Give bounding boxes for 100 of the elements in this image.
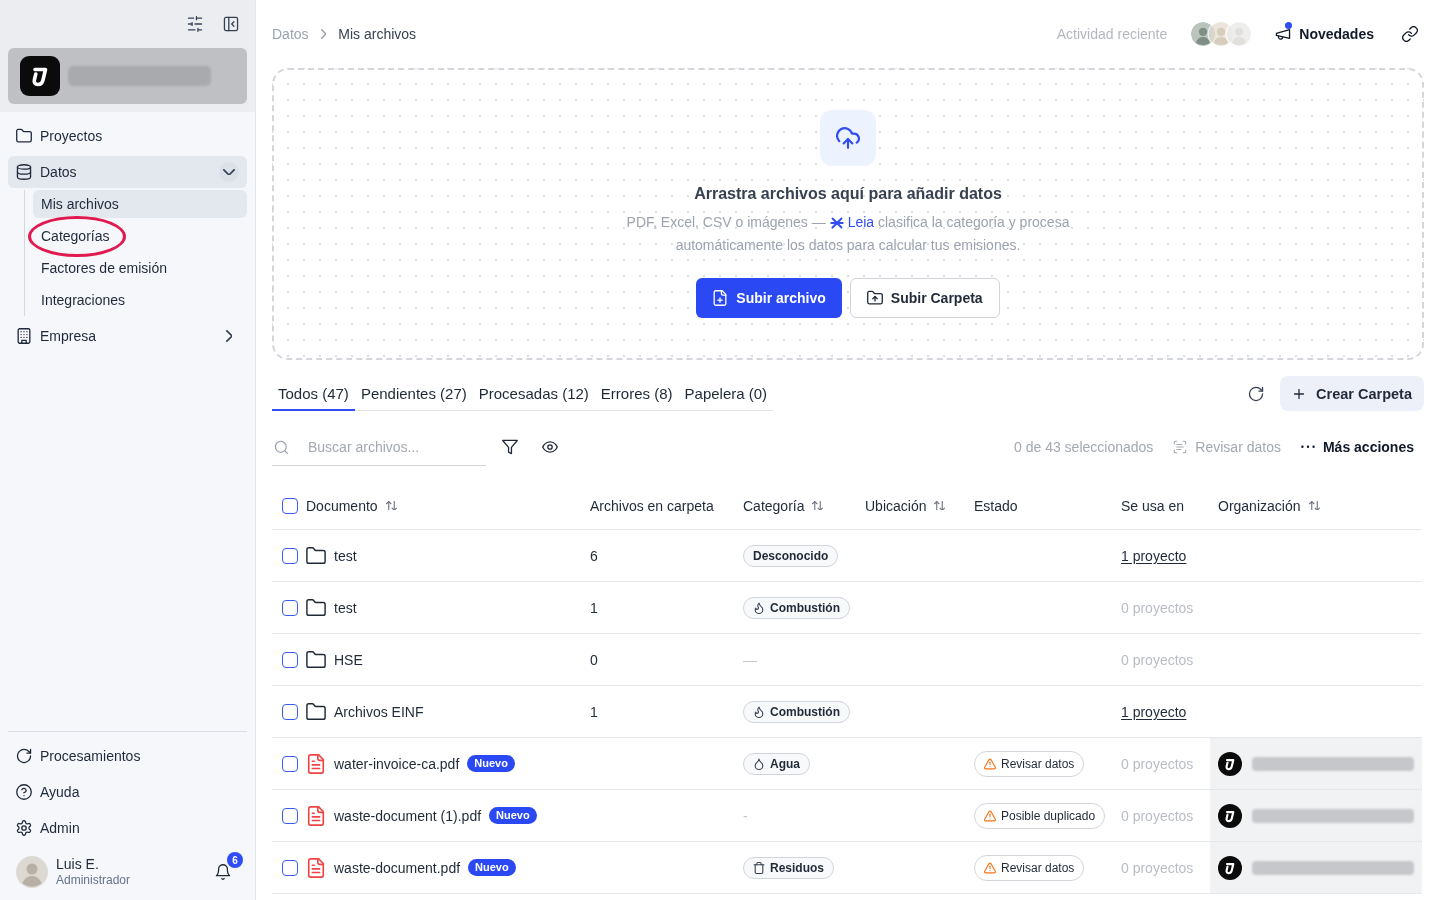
- nav-subitem[interactable]: Categorías: [33, 222, 247, 250]
- search-icon: [274, 439, 289, 455]
- new-badge: Nuevo: [468, 859, 516, 876]
- breadcrumb-current: Mis archivos: [338, 26, 417, 42]
- sidebar-toggle-icon[interactable]: [223, 16, 239, 32]
- settings-icon: [16, 820, 32, 836]
- category-label: Desconocido: [753, 548, 829, 563]
- tab[interactable]: Todos (47): [272, 377, 355, 411]
- megaphone-icon: [1275, 26, 1292, 42]
- checkbox[interactable]: [282, 703, 298, 720]
- tab[interactable]: Procesadas (12): [472, 377, 595, 411]
- empty-category: -: [743, 807, 748, 824]
- more-actions-button[interactable]: Más acciones: [1300, 439, 1414, 455]
- sparkle-icon: [829, 215, 844, 230]
- document-name: test: [334, 599, 357, 616]
- user-name: Luis E.: [56, 856, 100, 872]
- refresh-icon: [16, 748, 32, 764]
- checkbox[interactable]: [282, 599, 298, 616]
- cloud-upload-icon: [820, 110, 876, 166]
- checkbox[interactable]: [282, 755, 298, 772]
- pdf-file-icon: [306, 753, 326, 774]
- sliders-icon[interactable]: [187, 16, 203, 32]
- nav-item[interactable]: Proyectos: [8, 120, 247, 152]
- document-name: Archivos EINF: [334, 703, 424, 720]
- chevron-right-icon: [320, 29, 327, 39]
- scan-icon: [1173, 440, 1188, 454]
- chevron-down-icon[interactable]: [219, 162, 239, 182]
- filter-icon[interactable]: [502, 439, 518, 455]
- document-name: test: [334, 547, 357, 564]
- document-name: water-invoice-ca.pdf: [334, 755, 460, 772]
- flame-icon: [753, 705, 765, 718]
- sort-icon[interactable]: [1308, 500, 1320, 511]
- pdf-file-icon: [306, 857, 326, 878]
- eye-icon[interactable]: [542, 439, 558, 455]
- sort-icon[interactable]: [934, 500, 946, 511]
- nav-item[interactable]: Admin: [8, 812, 247, 844]
- flame-icon: [753, 601, 765, 614]
- category-label: Residuos: [770, 860, 824, 875]
- status-label: Posible duplicado: [1001, 808, 1096, 823]
- project-link[interactable]: 1 proyecto: [1121, 547, 1187, 564]
- warning-icon: [984, 809, 996, 822]
- sort-icon[interactable]: [385, 500, 397, 511]
- create-folder-button[interactable]: Crear Carpeta: [1280, 376, 1424, 411]
- empty-category: —: [743, 651, 757, 668]
- column-header: Se usa en: [1121, 497, 1185, 514]
- category-label: Combustión: [770, 704, 840, 719]
- document-name: waste-document.pdf: [334, 859, 461, 876]
- project-link[interactable]: 1 proyecto: [1121, 703, 1187, 720]
- column-header[interactable]: Organización: [1218, 497, 1301, 514]
- nav-item[interactable]: Procesamientos: [8, 740, 247, 772]
- checkbox[interactable]: [282, 859, 298, 876]
- organization-card[interactable]: [8, 48, 247, 104]
- status-label: Revisar datos: [1001, 756, 1075, 771]
- tab[interactable]: Errores (8): [594, 377, 679, 411]
- checkbox[interactable]: [282, 497, 298, 514]
- drop-zone[interactable]: Arrastra archivos aquí para añadir datos PDF, Excel, CSV o imágenes — Leia clasifica la categoría y procesa automáticamente los datos para calcular tus emisiones. Subir archivo Subir Carpeta: [272, 68, 1424, 360]
- column-header[interactable]: Documento: [306, 497, 378, 514]
- folder-icon: [306, 701, 326, 722]
- user-role: Administrador: [56, 872, 131, 888]
- database-icon: [16, 164, 32, 180]
- nav-subitem[interactable]: Integraciones: [33, 286, 247, 314]
- tab[interactable]: Papelera (0): [678, 377, 774, 411]
- droplet-icon: [753, 757, 765, 770]
- leia-link[interactable]: Leia: [829, 211, 875, 234]
- folder-icon: [306, 597, 326, 618]
- nav-item[interactable]: Datos: [8, 156, 247, 188]
- column-header[interactable]: Categoría: [743, 497, 805, 514]
- column-header: Estado: [974, 497, 1018, 514]
- category-label: Combustión: [770, 600, 840, 615]
- nav-subitem[interactable]: Factores de emisión: [33, 254, 247, 282]
- selection-count: 0 de 43 seleccionados: [1014, 439, 1154, 455]
- checkbox[interactable]: [282, 807, 298, 824]
- document-name: waste-document (1).pdf: [334, 807, 482, 824]
- notification-badge: 6: [227, 852, 243, 868]
- sort-icon[interactable]: [812, 500, 824, 511]
- bell-icon[interactable]: [215, 864, 231, 880]
- search-field[interactable]: Buscar archivos...: [272, 428, 486, 466]
- file-count: 0: [590, 651, 598, 668]
- checkbox[interactable]: [282, 651, 298, 668]
- project-count: 0 proyectos: [1121, 807, 1194, 824]
- drop-zone-description: PDF, Excel, CSV o imágenes — Leia clasifica la categoría y procesa automáticamente los datos para calcular tus emisiones.: [608, 211, 1088, 257]
- file-count: 1: [590, 703, 598, 720]
- project-count: 0 proyectos: [1121, 755, 1194, 772]
- folder-icon: [16, 128, 32, 144]
- refresh-icon[interactable]: [1248, 385, 1265, 402]
- upload-file-button[interactable]: Subir archivo: [696, 278, 842, 318]
- pdf-file-icon: [306, 805, 326, 826]
- plus-icon: [1292, 386, 1307, 401]
- column-header[interactable]: Ubicación: [865, 497, 927, 514]
- nav-item[interactable]: Empresa: [8, 320, 247, 352]
- upload-folder-button[interactable]: Subir Carpeta: [849, 278, 1000, 318]
- checkbox[interactable]: [282, 547, 298, 564]
- category-label: Agua: [770, 756, 800, 771]
- tab[interactable]: Pendientes (27): [354, 377, 473, 411]
- news-button[interactable]: Novedades: [1275, 26, 1374, 42]
- link-icon[interactable]: [1402, 26, 1418, 42]
- status-label: Revisar datos: [1001, 860, 1075, 875]
- nav-item[interactable]: Ayuda: [8, 776, 247, 808]
- nav-subitem[interactable]: Mis archivos: [33, 190, 247, 218]
- folder-icon: [306, 649, 326, 670]
